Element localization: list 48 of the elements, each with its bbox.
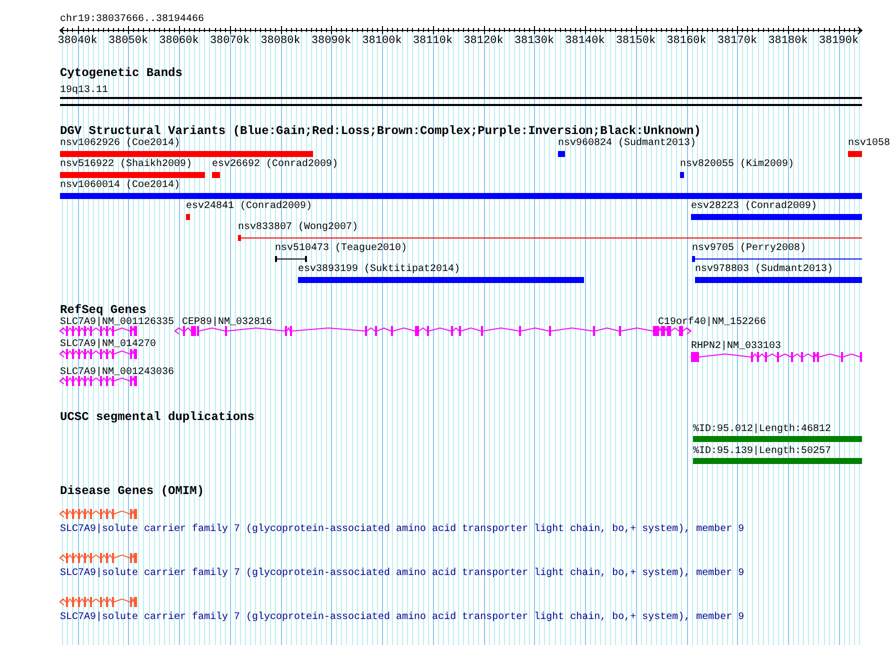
locus-label: chr19:38037666..38194466 — [60, 14, 204, 26]
variant-label: nsv960824 (Sudmant2013) — [558, 138, 696, 150]
disease-gene-label: SLC7A9|solute carrier family 7 (glycoprotein-associated amino acid transporter light chain, bo,+ system), member 9 — [60, 524, 744, 536]
gene-label: C19orf40|NM_152266 — [658, 317, 766, 329]
gene-label: SLC7A9|NM_001126335 — [60, 317, 174, 329]
ruler-tick-label: 38170k — [717, 35, 758, 47]
ruler-tick-label: 38110k — [412, 35, 453, 47]
gene-label: SLC7A9|NM_001243036 — [60, 367, 174, 379]
ruler-tick-label: 38190k — [818, 35, 859, 47]
variant-label: nsv510473 (Teague2010) — [275, 243, 408, 255]
ruler-tick-label: 38120k — [464, 35, 504, 47]
ruler-tick-label: 38060k — [159, 35, 199, 47]
track-title: Cytogenetic Bands — [60, 67, 184, 79]
ruler-tick-label: 38050k — [108, 35, 148, 47]
disease-gene-label: SLC7A9|solute carrier family 7 (glycoprotein-associated amino acid transporter light chain, bo,+ system), member 9 — [60, 612, 744, 624]
ruler-tick-label: 38080k — [260, 35, 300, 47]
ruler-tick-label: 38160k — [666, 35, 706, 47]
variant-label: nsv1058 — [848, 138, 890, 150]
variant-label: esv3893199 (Suktitipat2014) — [298, 264, 460, 276]
gene-label: SLC7A9|NM_014270 — [60, 339, 156, 351]
disease-gene-label: SLC7A9|solute carrier family 7 (glycoprotein-associated amino acid transporter light chain, bo,+ system), member 9 — [60, 568, 744, 580]
gene-label: RHPN2|NM_033103 — [691, 341, 782, 353]
duplication-label: %ID:95.012|Length:46812 — [693, 424, 832, 436]
variant-label: nsv1060014 (Coe2014) — [60, 180, 180, 192]
band-label: 19q13.11 — [60, 85, 108, 97]
ruler-tick-label: 38140k — [565, 35, 605, 47]
variant-label: esv24841 (Conrad2009) — [186, 201, 312, 213]
track-title: DGV Structural Variants (Blue:Gain;Red:Loss;Brown:Complex;Purple:Inversion;Black:Unknown) — [60, 125, 702, 137]
variant-label: nsv978803 (Sudmant2013) — [695, 264, 834, 276]
variant-label: nsv820055 (Kim2009) — [680, 159, 794, 171]
duplication-label: %ID:95.139|Length:50257 — [693, 446, 832, 458]
track-title: RefSeq Genes — [60, 304, 146, 316]
ruler-tick-label: 38130k — [514, 35, 554, 47]
ruler-tick-label: 38150k — [616, 35, 656, 47]
variant-label: nsv516922 (Shaikh2009) — [60, 159, 192, 171]
variant-label: esv26692 (Conrad2009) — [212, 159, 338, 171]
track-title: Disease Genes (OMIM) — [60, 485, 206, 497]
variant-label: nsv833807 (Wong2007) — [238, 222, 358, 234]
ruler-tick-label: 38180k — [768, 35, 808, 47]
ruler-tick-label: 38100k — [362, 35, 402, 47]
track-title: UCSC segmental duplications — [60, 411, 256, 423]
ruler-tick-label: 38040k — [58, 35, 98, 47]
variant-label: nsv1062926 (Coe2014) — [60, 138, 180, 150]
gene-label: CEP89|NM_032816 — [182, 317, 272, 329]
variant-label: nsv9705 (Perry2008) — [692, 243, 806, 255]
variant-label: esv28223 (Conrad2009) — [691, 201, 818, 213]
ruler-tick-label: 38070k — [210, 35, 250, 47]
ruler-tick-label: 38090k — [311, 35, 352, 47]
